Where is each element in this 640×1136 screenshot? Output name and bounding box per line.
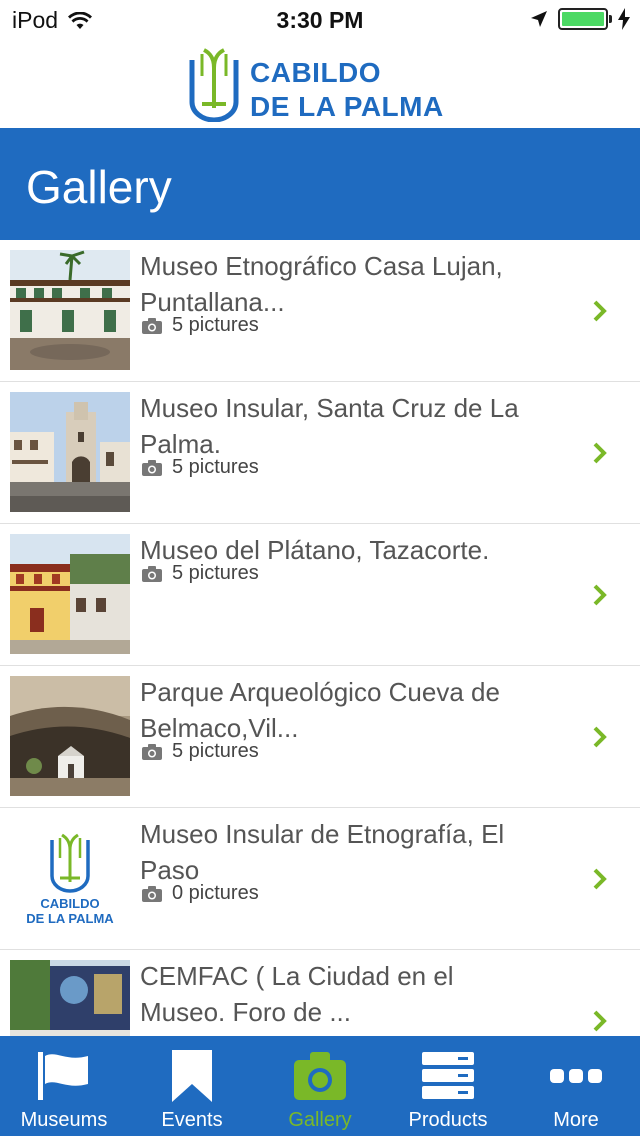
logo-header: CABILDO DE LA PALMA (0, 40, 640, 128)
tab-events[interactable]: Events (128, 1036, 256, 1136)
camera-icon (292, 1050, 348, 1102)
tab-bar: Museums Events Gallery Products More (0, 1036, 640, 1136)
title-bar: Gallery (0, 128, 640, 240)
item-meta: 5 pictures (142, 314, 259, 337)
page-title: Gallery (26, 161, 172, 213)
thumbnail-image (10, 250, 130, 370)
gallery-list-item[interactable]: Museo Insular, Santa Cruz de La Palma. 5… (0, 382, 640, 524)
thumb-logo-line2: DE LA PALMA (26, 911, 114, 926)
flag-icon (36, 1050, 92, 1102)
logo-text: CABILDO DE LA PALMA (250, 56, 444, 124)
tab-label: Museums (20, 1109, 108, 1131)
pictures-count: 0 pictures (172, 882, 259, 904)
tab-products[interactable]: Products (384, 1036, 512, 1136)
item-meta: 5 pictures (142, 740, 259, 763)
pictures-count: 5 pictures (172, 456, 259, 478)
tab-label: Gallery (288, 1109, 352, 1131)
item-title: CEMFAC ( La Ciudad en el Museo. Foro de … (140, 961, 454, 1027)
battery-icon (558, 8, 612, 30)
thumbnail-logo: CABILDO DE LA PALMA (10, 818, 130, 938)
chevron-right-icon (593, 584, 607, 606)
chevron-right-icon (593, 442, 607, 464)
tab-label: Events (161, 1109, 223, 1131)
item-meta: 5 pictures (142, 456, 259, 479)
item-meta: 5 pictures (142, 562, 259, 585)
camera-icon (142, 459, 162, 476)
cabildo-logo-icon (189, 48, 239, 122)
item-title: Museo Insular de Etnografía, El Paso (140, 819, 505, 885)
tab-museums[interactable]: Museums (0, 1036, 128, 1136)
thumbnail-image (10, 534, 130, 654)
chevron-right-icon (593, 1010, 607, 1032)
gallery-list-item[interactable]: Museo del Plátano, Tazacorte. 5 pictures (0, 524, 640, 666)
chevron-right-icon (593, 300, 607, 322)
tab-gallery[interactable]: Gallery (256, 1036, 384, 1136)
status-bar: iPod 3:30 PM (0, 0, 640, 40)
camera-icon (142, 317, 162, 334)
thumb-logo-text: CABILDO DE LA PALMA (10, 896, 130, 926)
item-title: Museo Insular, Santa Cruz de La Palma. (140, 393, 519, 459)
thumbnail-image (10, 676, 130, 796)
charging-bolt-icon (618, 8, 630, 30)
bookmark-icon (164, 1050, 220, 1102)
thumb-logo-line1: CABILDO (40, 896, 100, 911)
tab-label: Products (408, 1109, 488, 1131)
gallery-list-item[interactable]: CEMFAC ( La Ciudad en el Museo. Foro de … (0, 950, 640, 1036)
item-title: Museo Etnográfico Casa Lujan, Puntallana… (140, 251, 503, 317)
gallery-list-item[interactable]: Parque Arqueológico Cueva de Belmaco,Vil… (0, 666, 640, 808)
chevron-right-icon (593, 868, 607, 890)
thumbnail-image (10, 960, 130, 1036)
tab-label: More (553, 1109, 599, 1131)
gallery-list-item[interactable]: Museo Etnográfico Casa Lujan, Puntallana… (0, 240, 640, 382)
more-dots-icon (548, 1050, 604, 1102)
chevron-right-icon (593, 726, 607, 748)
gallery-list[interactable]: Museo Etnográfico Casa Lujan, Puntallana… (0, 240, 640, 1036)
item-title: Parque Arqueológico Cueva de Belmaco,Vil… (140, 677, 500, 743)
pictures-count: 5 pictures (172, 562, 259, 584)
camera-icon (142, 565, 162, 582)
camera-icon (142, 743, 162, 760)
camera-icon (142, 885, 162, 902)
thumbnail-image (10, 392, 130, 512)
logo-line1: CABILDO (250, 57, 382, 88)
item-meta: 0 pictures (142, 882, 259, 905)
server-icon (420, 1050, 476, 1102)
logo-line2: DE LA PALMA (250, 91, 444, 122)
tab-more[interactable]: More (512, 1036, 640, 1136)
pictures-count: 5 pictures (172, 314, 259, 336)
pictures-count: 5 pictures (172, 740, 259, 762)
location-arrow-icon (531, 11, 547, 27)
gallery-list-item[interactable]: CABILDO DE LA PALMA Museo Insular de Etn… (0, 808, 640, 950)
status-right (530, 8, 630, 30)
